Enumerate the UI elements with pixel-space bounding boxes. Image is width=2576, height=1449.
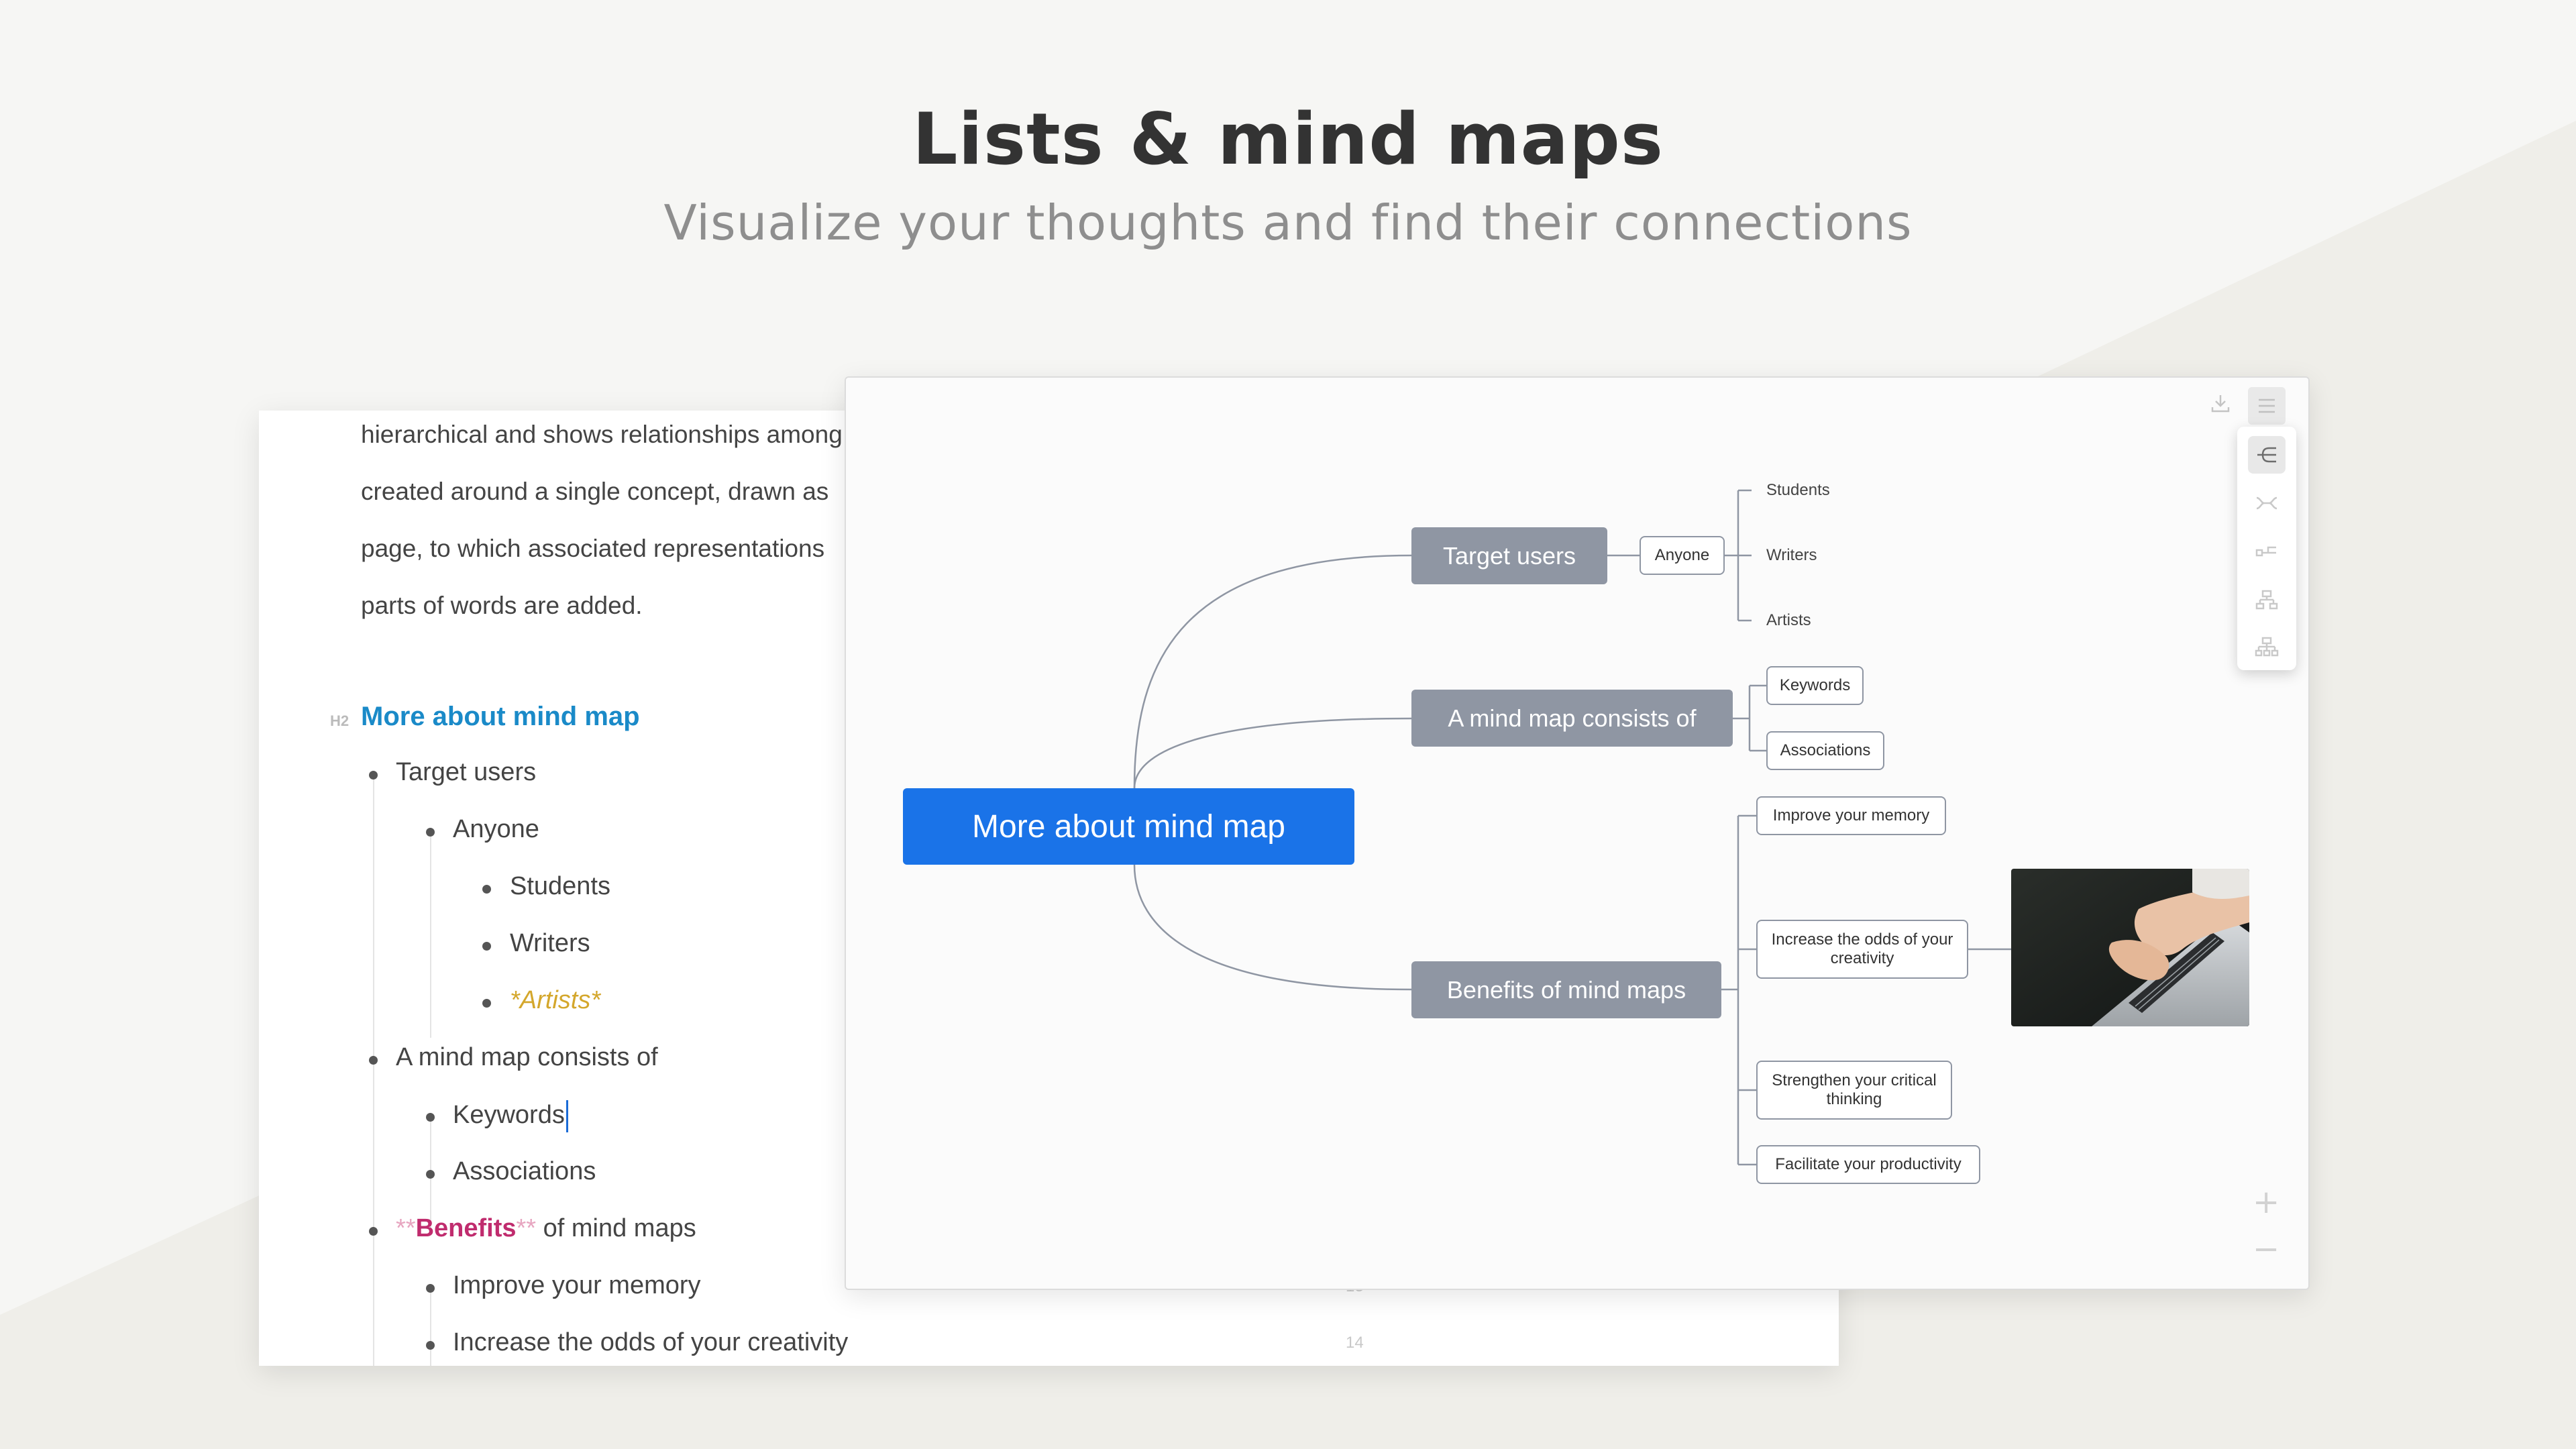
list-item[interactable]: Writers bbox=[510, 929, 590, 958]
list-item-text: of mind maps bbox=[536, 1214, 696, 1242]
indent-guide bbox=[430, 830, 431, 1038]
list-item[interactable]: Target users bbox=[396, 758, 536, 787]
bullet bbox=[426, 1341, 435, 1350]
layout-horizontal-icon[interactable] bbox=[2248, 533, 2286, 570]
paragraph-line: page, to which associated representation… bbox=[361, 535, 825, 562]
node-text-line: Strengthen your critical bbox=[1772, 1071, 1937, 1089]
list-item[interactable]: Associations bbox=[453, 1157, 596, 1186]
mind-map-node-increase-odds[interactable]: Increase the odds of your creativity bbox=[1756, 920, 1968, 979]
download-icon[interactable] bbox=[2204, 387, 2237, 419]
list-item[interactable]: Improve your memory bbox=[453, 1271, 701, 1300]
bold-marker: ** bbox=[516, 1214, 537, 1242]
list-item[interactable]: Students bbox=[510, 872, 610, 901]
paragraph-line: hierarchical and shows relationships amo… bbox=[361, 421, 843, 448]
heading-more-about-mind-map[interactable]: More about mind map bbox=[361, 702, 640, 732]
mind-map-node-consists-of[interactable]: A mind map consists of bbox=[1411, 690, 1733, 747]
bold-marker: ** bbox=[396, 1214, 416, 1242]
bullet bbox=[369, 1056, 378, 1065]
layout-toolbar bbox=[2237, 427, 2296, 670]
mind-map-node-students[interactable]: Students bbox=[1766, 478, 1900, 502]
line-number: 14 bbox=[1346, 1334, 1364, 1352]
mind-map-image-laptop[interactable] bbox=[2011, 869, 2249, 1026]
list-item-text: Keywords bbox=[453, 1101, 565, 1130]
bullet bbox=[426, 1113, 435, 1122]
node-text-line: creativity bbox=[1830, 949, 1894, 967]
heading-level-marker: H2 bbox=[330, 712, 350, 729]
mind-map-node-critical-thinking[interactable]: Strengthen your critical thinking bbox=[1756, 1061, 1952, 1120]
mind-map-node-anyone[interactable]: Anyone bbox=[1640, 536, 1725, 575]
text-cursor bbox=[566, 1100, 568, 1132]
mind-map-node-improve-memory[interactable]: Improve your memory bbox=[1756, 796, 1946, 835]
bullet bbox=[369, 1227, 378, 1236]
mind-map-node-productivity[interactable]: Facilitate your productivity bbox=[1756, 1145, 1980, 1184]
mind-map-node-benefits[interactable]: Benefits of mind maps bbox=[1411, 961, 1721, 1018]
list-item[interactable]: Keywords bbox=[453, 1100, 568, 1132]
bullet bbox=[482, 942, 491, 951]
bold-text: Benefits bbox=[415, 1214, 517, 1242]
list-item[interactable]: Anyone bbox=[453, 815, 539, 844]
paragraph-line: parts of words are added. bbox=[361, 592, 643, 619]
mind-map-node-writers[interactable]: Writers bbox=[1766, 543, 1900, 568]
bullet bbox=[426, 1170, 435, 1179]
list-item[interactable]: *Artists* bbox=[510, 986, 600, 1015]
indent-guide bbox=[430, 1286, 431, 1366]
bullet bbox=[482, 885, 491, 894]
mind-map-root-node[interactable]: More about mind map bbox=[903, 788, 1354, 865]
layout-org-chart-alt-icon[interactable] bbox=[2248, 628, 2286, 665]
mind-map-node-associations[interactable]: Associations bbox=[1766, 731, 1884, 770]
bullet bbox=[369, 771, 378, 780]
layout-org-chart-icon[interactable] bbox=[2248, 581, 2286, 619]
menu-icon[interactable] bbox=[2248, 387, 2286, 425]
list-item[interactable]: A mind map consists of bbox=[396, 1043, 658, 1072]
zoom-in-button[interactable]: + bbox=[2253, 1186, 2279, 1218]
zoom-out-button[interactable]: − bbox=[2253, 1233, 2279, 1265]
page-subtitle: Visualize your thoughts and find their c… bbox=[663, 195, 1913, 251]
laptop-photo bbox=[2011, 869, 2249, 1026]
layout-right-icon[interactable] bbox=[2248, 436, 2286, 474]
list-item[interactable]: **Benefits** of mind maps bbox=[396, 1214, 696, 1243]
mind-map-node-target-users[interactable]: Target users bbox=[1411, 527, 1607, 584]
mind-map-node-keywords[interactable]: Keywords bbox=[1766, 666, 1864, 705]
bullet bbox=[426, 1284, 435, 1293]
node-text-line: thinking bbox=[1826, 1090, 1882, 1108]
layout-both-sides-icon[interactable] bbox=[2248, 484, 2286, 522]
mind-map-node-artists[interactable]: Artists bbox=[1766, 608, 1900, 633]
page-title: Lists & mind maps bbox=[912, 98, 1664, 180]
node-text-line: Increase the odds of your bbox=[1771, 930, 1953, 949]
indent-guide bbox=[373, 773, 374, 1366]
paragraph-line: created around a single concept, drawn a… bbox=[361, 478, 829, 505]
bullet bbox=[482, 999, 491, 1008]
list-item[interactable]: Increase the odds of your creativity bbox=[453, 1328, 848, 1357]
bullet bbox=[426, 828, 435, 837]
mind-map-panel[interactable]: More about mind map Target users A mind … bbox=[845, 376, 2310, 1290]
